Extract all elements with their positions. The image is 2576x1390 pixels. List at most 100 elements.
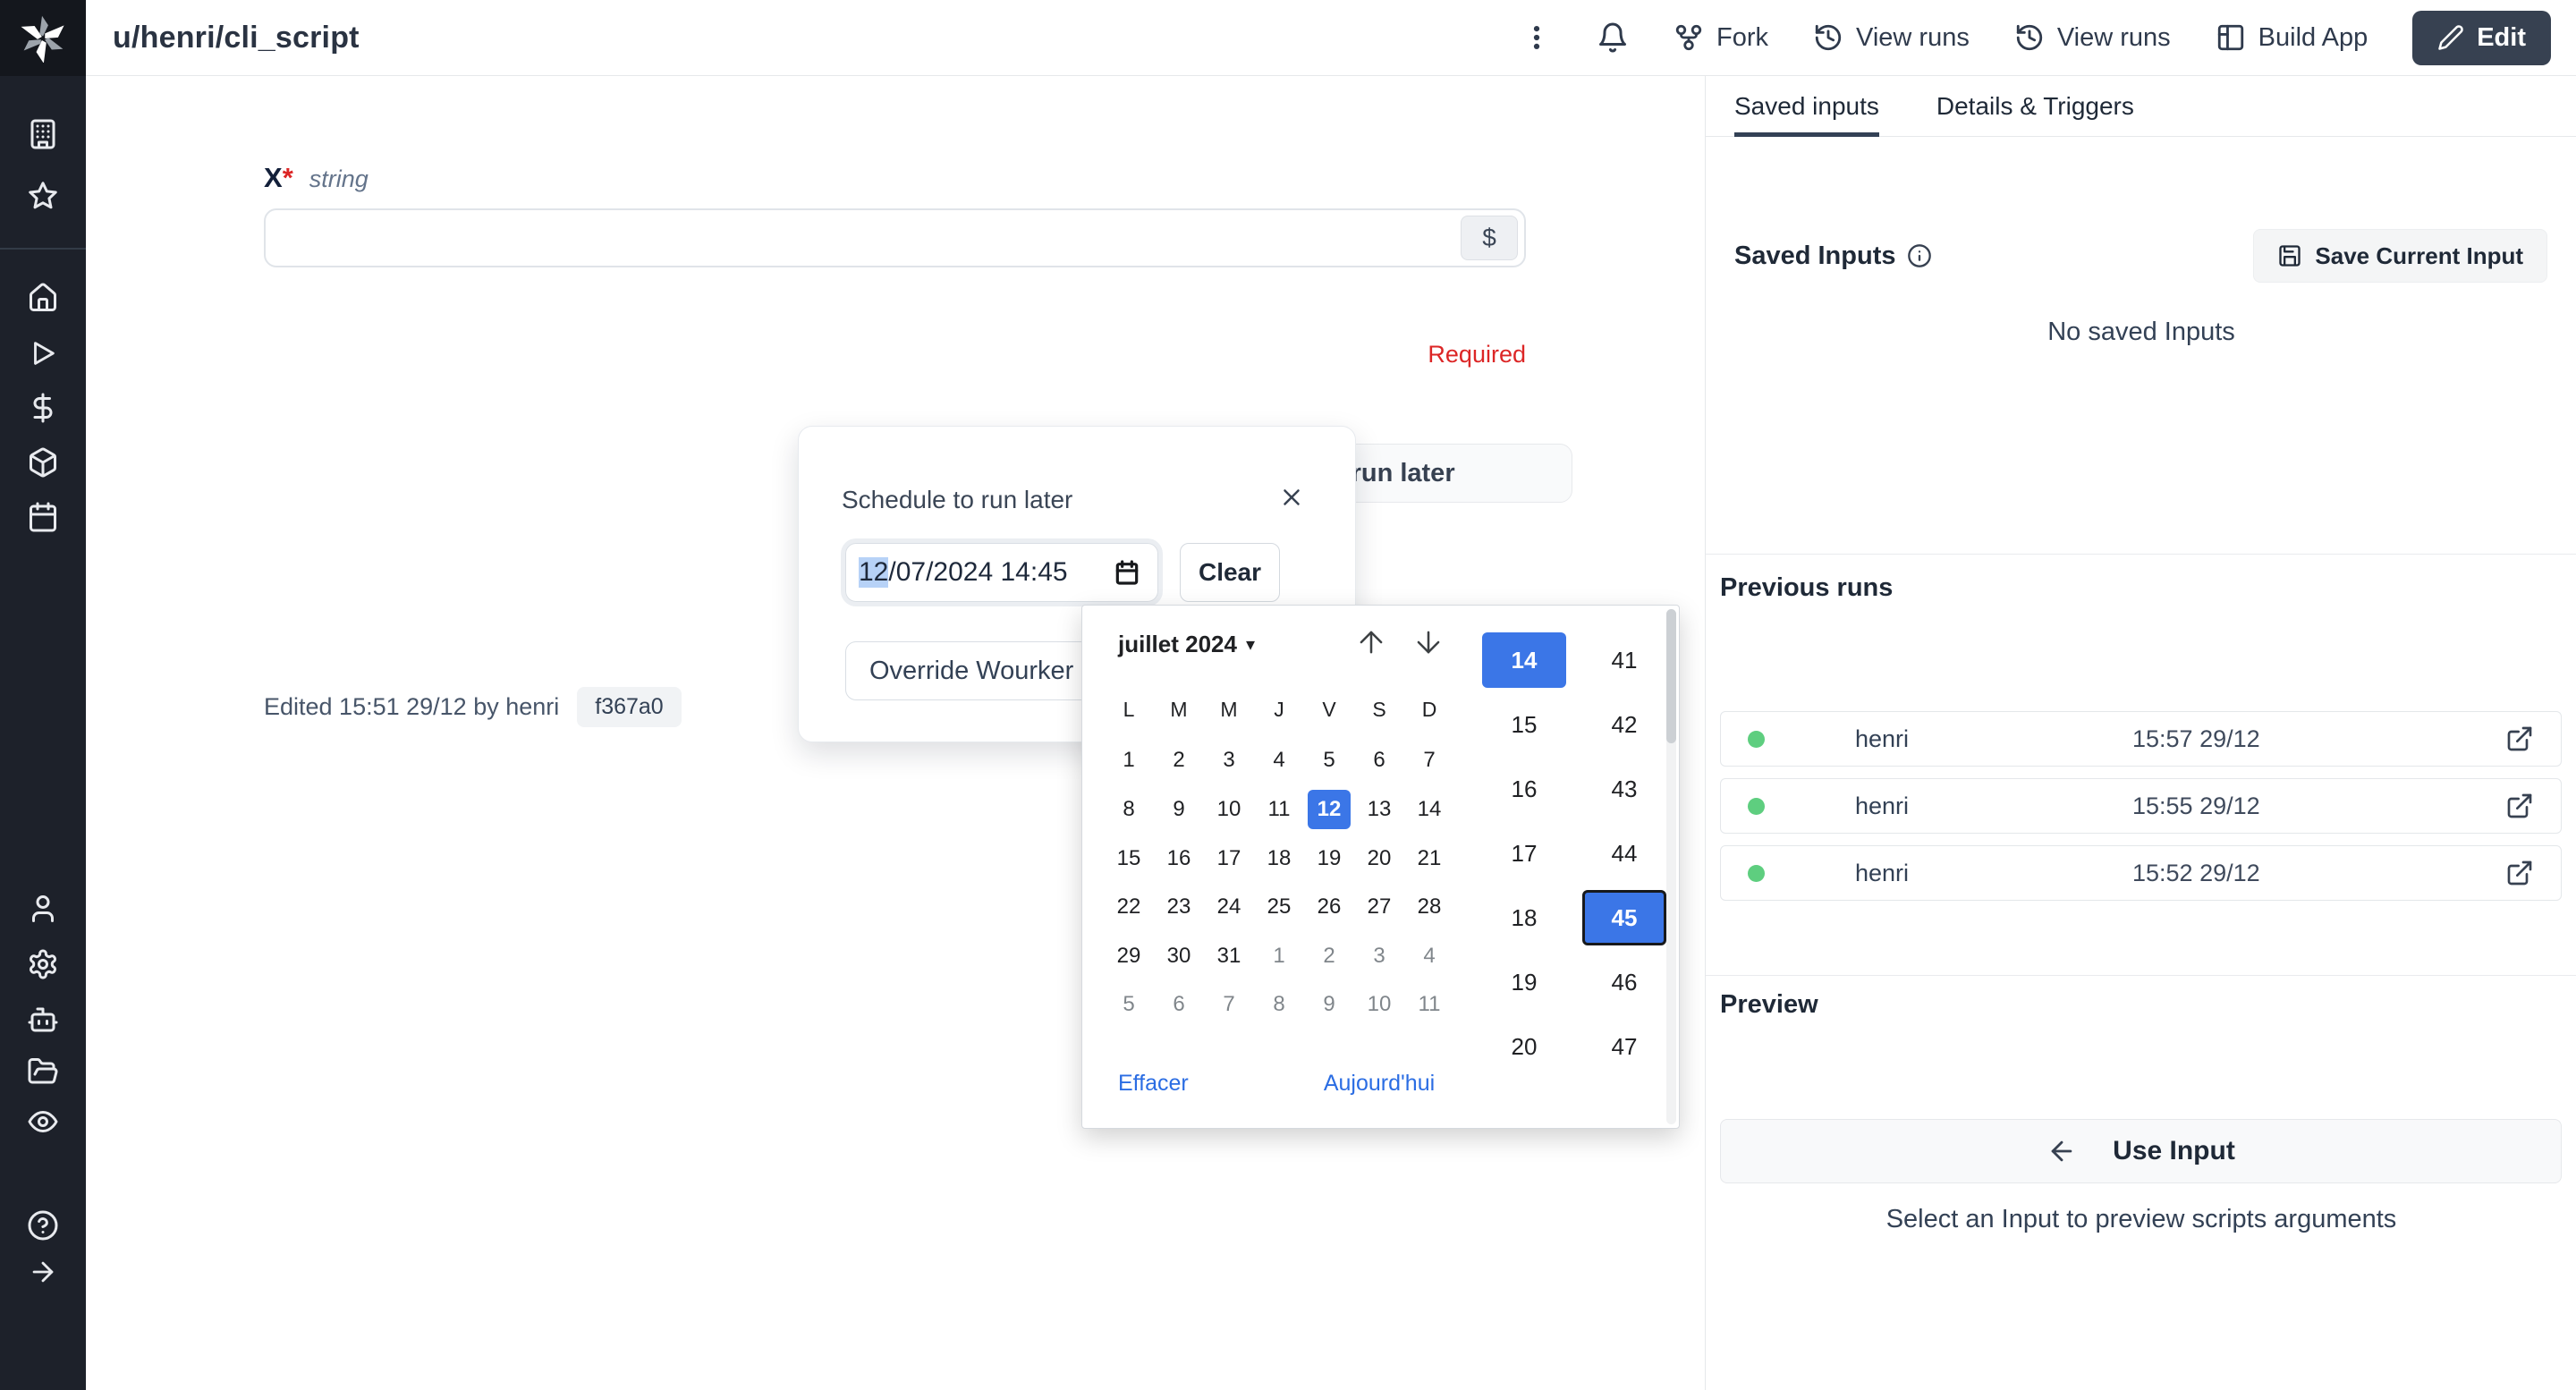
calendar-day-cell[interactable]: 17 — [1208, 839, 1250, 878]
boxes-icon[interactable] — [27, 446, 59, 479]
calendar-day-cell[interactable]: 11 — [1258, 790, 1301, 829]
calendar-day-cell[interactable]: 1 — [1107, 741, 1150, 780]
fork-button[interactable]: Fork — [1674, 22, 1768, 53]
previous-month-arrow-icon[interactable] — [1354, 625, 1388, 659]
calendar-day-cell[interactable]: 4 — [1258, 741, 1301, 780]
calendar-day-cell[interactable]: 7 — [1408, 741, 1451, 780]
arrow-right-icon[interactable] — [28, 1257, 58, 1287]
calendar-day-cell[interactable]: 15 — [1107, 839, 1150, 878]
calendar-day-cell[interactable]: 22 — [1107, 887, 1150, 927]
previous-run-row[interactable]: henri 15:57 29/12 — [1720, 711, 2562, 767]
calendar-day-cell[interactable]: 3 — [1358, 937, 1401, 976]
bot-icon[interactable] — [27, 1004, 59, 1036]
calendar-hour-cell[interactable]: 20 — [1482, 1019, 1566, 1074]
month-selector[interactable]: juillet 2024 ▾ — [1118, 631, 1255, 658]
tab-saved-inputs[interactable]: Saved inputs — [1734, 76, 1879, 137]
calendar-day-cell[interactable]: 26 — [1308, 887, 1351, 927]
calendar-day-cell[interactable]: 31 — [1208, 937, 1250, 976]
star-icon[interactable] — [27, 180, 59, 212]
calendar-day-cell[interactable]: 3 — [1208, 741, 1250, 780]
calendar-day-cell[interactable]: 2 — [1157, 741, 1200, 780]
calendar-day-cell[interactable]: 24 — [1208, 887, 1250, 927]
calendar-hour-cell[interactable]: 17 — [1482, 826, 1566, 881]
calendar-day-cell[interactable]: 23 — [1157, 887, 1200, 927]
dollar-toggle[interactable]: $ — [1461, 216, 1518, 260]
view-runs-button[interactable]: View runs — [1813, 22, 1970, 53]
calendar-day-cell[interactable]: 18 — [1258, 839, 1301, 878]
calendar-day-cell[interactable]: 1 — [1258, 937, 1301, 976]
external-link-icon[interactable] — [2505, 859, 2534, 887]
folder-open-icon[interactable] — [27, 1055, 59, 1088]
bell-icon[interactable] — [1597, 21, 1629, 54]
calendar-icon[interactable] — [27, 501, 59, 533]
calendar-minute-cell[interactable]: 42 — [1582, 697, 1666, 752]
calendar-day-cell[interactable]: 9 — [1308, 985, 1351, 1024]
windmill-logo[interactable] — [0, 0, 86, 76]
calendar-hour-cell[interactable]: 15 — [1482, 697, 1566, 752]
kebab-menu-icon[interactable] — [1521, 22, 1552, 53]
calendar-day-cell[interactable]: 6 — [1157, 985, 1200, 1024]
calendar-hour-cell[interactable]: 18 — [1482, 890, 1566, 945]
calendar-day-cell[interactable]: 29 — [1107, 937, 1150, 976]
calendar-hour-cell[interactable]: 19 — [1482, 954, 1566, 1010]
datetime-input[interactable]: 12/07/2024 14:45 — [845, 543, 1158, 602]
calendar-day-cell[interactable]: 11 — [1408, 985, 1451, 1024]
calendar-day-cell[interactable]: 9 — [1157, 790, 1200, 829]
calendar-day-cell[interactable]: 13 — [1358, 790, 1401, 829]
calendar-day-cell[interactable]: 30 — [1157, 937, 1200, 976]
calendar-minute-cell[interactable]: 47 — [1582, 1019, 1666, 1074]
help-icon[interactable] — [27, 1209, 59, 1242]
calendar-day-cell[interactable]: 20 — [1358, 839, 1401, 878]
date-picker-icon[interactable] — [1113, 558, 1141, 587]
calendar-day-cell[interactable]: 25 — [1258, 887, 1301, 927]
external-link-icon[interactable] — [2505, 792, 2534, 820]
string-input[interactable]: $ — [264, 208, 1526, 267]
eye-icon[interactable] — [27, 1106, 59, 1138]
calendar-day-cell[interactable]: 27 — [1358, 887, 1401, 927]
dollar-icon[interactable] — [27, 392, 59, 424]
calendar-day-cell[interactable]: 10 — [1358, 985, 1401, 1024]
close-icon[interactable] — [1278, 484, 1305, 511]
calendar-day-cell[interactable]: 16 — [1157, 839, 1200, 878]
calendar-day-cell[interactable]: 8 — [1258, 985, 1301, 1024]
user-icon[interactable] — [27, 893, 59, 925]
next-month-arrow-icon[interactable] — [1411, 625, 1445, 659]
calendar-day-cell[interactable]: 21 — [1408, 839, 1451, 878]
time-scrollbar-thumb[interactable] — [1666, 609, 1676, 743]
today-link[interactable]: Aujourd'hui — [1324, 1071, 1435, 1097]
calendar-hour-cell[interactable]: 14 — [1482, 632, 1566, 688]
calendar-minute-cell[interactable]: 46 — [1582, 954, 1666, 1010]
previous-run-row[interactable]: henri 15:52 29/12 — [1720, 845, 2562, 901]
calendar-day-cell[interactable]: 5 — [1308, 741, 1351, 780]
version-hash-badge[interactable]: f367a0 — [577, 687, 681, 727]
build-app-button[interactable]: Build App — [2216, 22, 2368, 53]
external-link-icon[interactable] — [2505, 725, 2534, 753]
clear-button[interactable]: Clear — [1180, 543, 1280, 602]
calendar-minute-cell[interactable]: 41 — [1582, 632, 1666, 688]
building-icon[interactable] — [27, 118, 59, 150]
calendar-hour-cell[interactable]: 16 — [1482, 761, 1566, 817]
calendar-minute-cell[interactable]: 45 — [1582, 890, 1666, 945]
calendar-day-cell[interactable]: 10 — [1208, 790, 1250, 829]
save-current-input-button[interactable]: Save Current Input — [2253, 229, 2547, 283]
gear-icon[interactable] — [27, 948, 59, 980]
calendar-day-cell[interactable]: 6 — [1358, 741, 1401, 780]
clear-date-link[interactable]: Effacer — [1118, 1071, 1189, 1097]
calendar-day-cell[interactable]: 5 — [1107, 985, 1150, 1024]
calendar-day-cell[interactable]: 12 — [1308, 790, 1351, 829]
edit-button[interactable]: Edit — [2412, 11, 2551, 65]
calendar-day-cell[interactable]: 28 — [1408, 887, 1451, 927]
play-icon[interactable] — [28, 338, 58, 369]
tab-details-triggers[interactable]: Details & Triggers — [1936, 76, 2134, 137]
calendar-day-cell[interactable]: 8 — [1107, 790, 1150, 829]
calendar-minute-cell[interactable]: 44 — [1582, 826, 1666, 881]
use-input-button[interactable]: Use Input — [1720, 1119, 2562, 1183]
info-icon[interactable] — [1907, 243, 1932, 268]
calendar-day-cell[interactable]: 7 — [1208, 985, 1250, 1024]
calendar-day-cell[interactable]: 19 — [1308, 839, 1351, 878]
calendar-day-cell[interactable]: 2 — [1308, 937, 1351, 976]
calendar-day-cell[interactable]: 14 — [1408, 790, 1451, 829]
previous-run-row[interactable]: henri 15:55 29/12 — [1720, 778, 2562, 834]
calendar-minute-cell[interactable]: 43 — [1582, 761, 1666, 817]
view-runs-button-2[interactable]: View runs — [2014, 22, 2171, 53]
